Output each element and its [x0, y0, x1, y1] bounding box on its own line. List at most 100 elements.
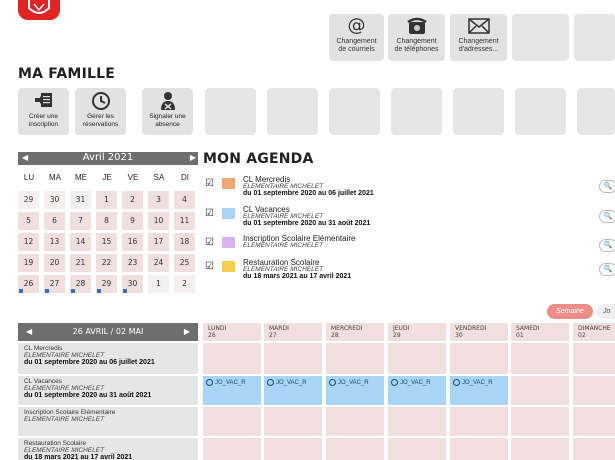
- week-cell[interactable]: [511, 376, 569, 405]
- week-cell[interactable]: [203, 407, 261, 436]
- calendar-day[interactable]: 31: [70, 191, 91, 209]
- week-event-cell[interactable]: JO_VAC_R: [326, 376, 384, 405]
- calendar-day[interactable]: 22: [96, 254, 117, 272]
- week-row-school: ELEMENTAIRE MICHELET: [24, 352, 105, 359]
- next-week-icon[interactable]: ▶: [184, 327, 190, 336]
- calendar-day-number: 30: [49, 195, 60, 204]
- calendar-day[interactable]: 30: [122, 275, 143, 293]
- week-day-number: 30: [455, 332, 463, 339]
- calendar-day[interactable]: 2: [122, 191, 143, 209]
- change-emails-button[interactable]: @ Changement de courriels: [329, 14, 384, 61]
- week-row-title: CL Mercredis: [24, 345, 63, 352]
- city-logo[interactable]: [18, 0, 60, 20]
- calendar-day[interactable]: 11: [174, 212, 195, 230]
- calendar-day[interactable]: 3: [148, 191, 169, 209]
- agenda-item-checkbox[interactable]: ☑: [205, 237, 214, 248]
- agenda-item-search-icon[interactable]: 🔍: [599, 239, 615, 252]
- week-day-name: SAMEDI: [516, 325, 540, 332]
- calendar-day[interactable]: 19: [18, 254, 39, 272]
- calendar-day[interactable]: 5: [18, 212, 39, 230]
- week-event-cell[interactable]: JO_VAC_R: [203, 376, 261, 405]
- create-inscription-button[interactable]: Créer une inscription: [18, 88, 69, 135]
- calendar-day[interactable]: 28: [70, 275, 91, 293]
- calendar-day[interactable]: 21: [70, 254, 91, 272]
- calendar-day[interactable]: 30: [44, 191, 65, 209]
- agenda-item-checkbox[interactable]: ☑: [205, 208, 214, 219]
- agenda-item: ☑ CL Mercredis ELEMENTAIRE MICHELET du 01 s…: [203, 175, 615, 203]
- week-cell[interactable]: [326, 343, 384, 374]
- calendar-day[interactable]: 13: [44, 233, 65, 251]
- week-row-school: ELEMENTAIRE MICHELET: [24, 416, 105, 423]
- week-cell[interactable]: [573, 407, 615, 436]
- event-chip[interactable]: JO_VAC_R: [329, 379, 369, 386]
- calendar-day[interactable]: 14: [70, 233, 91, 251]
- calendar-day[interactable]: 1: [148, 275, 169, 293]
- calendar-day[interactable]: 10: [148, 212, 169, 230]
- calendar-day[interactable]: 1: [96, 191, 117, 209]
- week-cell[interactable]: [573, 343, 615, 374]
- envelope-icon: [467, 18, 490, 34]
- week-event-cell[interactable]: JO_VAC_R: [388, 376, 446, 405]
- week-cell[interactable]: [450, 407, 508, 436]
- calendar-day-number: 2: [182, 279, 187, 288]
- agenda-item-search-icon[interactable]: 🔍: [599, 210, 615, 223]
- report-absence-button[interactable]: Signaler une absence: [142, 88, 193, 135]
- calendar-day[interactable]: 29: [96, 275, 117, 293]
- next-month-icon[interactable]: ▶: [190, 153, 196, 162]
- change-phones-button[interactable]: Changement de téléphones: [388, 14, 445, 61]
- calendar-day[interactable]: 25: [174, 254, 195, 272]
- week-cell[interactable]: [388, 438, 446, 460]
- agenda-item-search-icon[interactable]: 🔍: [599, 180, 615, 193]
- calendar-day[interactable]: 18: [174, 233, 195, 251]
- week-cell[interactable]: [388, 407, 446, 436]
- change-addresses-button[interactable]: Changement d'adresses...: [450, 14, 507, 61]
- day-view-button[interactable]: Jo: [597, 304, 615, 319]
- agenda-item-dates: du 18 mars 2021 au 17 avril 2021: [243, 273, 352, 280]
- event-chip[interactable]: JO_VAC_R: [453, 379, 493, 386]
- calendar-day[interactable]: 15: [96, 233, 117, 251]
- week-cell[interactable]: [264, 438, 322, 460]
- manage-reservations-button[interactable]: Gérer les réservations: [75, 88, 126, 135]
- week-cell[interactable]: [573, 376, 615, 405]
- calendar-day[interactable]: 24: [148, 254, 169, 272]
- week-cell[interactable]: [511, 438, 569, 460]
- calendar-day[interactable]: 20: [44, 254, 65, 272]
- calendar-day[interactable]: 6: [44, 212, 65, 230]
- week-cell[interactable]: [573, 438, 615, 460]
- calendar-day[interactable]: 12: [18, 233, 39, 251]
- event-chip[interactable]: JO_VAC_R: [206, 379, 246, 386]
- agenda-item-checkbox[interactable]: ☑: [205, 261, 214, 272]
- week-cell[interactable]: [511, 407, 569, 436]
- event-chip[interactable]: JO_VAC_R: [391, 379, 431, 386]
- week-cell[interactable]: [388, 343, 446, 374]
- week-cell[interactable]: [264, 407, 322, 436]
- calendar-day-number: 19: [23, 258, 34, 267]
- event-marker-icon: [123, 289, 127, 293]
- week-cell[interactable]: [203, 343, 261, 374]
- event-chip[interactable]: JO_VAC_R: [267, 379, 307, 386]
- calendar-day[interactable]: 23: [122, 254, 143, 272]
- calendar-day[interactable]: 8: [96, 212, 117, 230]
- week-cell[interactable]: [511, 343, 569, 374]
- week-cell[interactable]: [450, 343, 508, 374]
- calendar-day[interactable]: 4: [174, 191, 195, 209]
- week-cell[interactable]: [203, 438, 261, 460]
- week-event-cell[interactable]: JO_VAC_R: [450, 376, 508, 405]
- calendar-day[interactable]: 17: [148, 233, 169, 251]
- week-cell[interactable]: [326, 438, 384, 460]
- calendar-day[interactable]: 27: [44, 275, 65, 293]
- calendar-day[interactable]: 16: [122, 233, 143, 251]
- agenda-item-checkbox[interactable]: ☑: [205, 178, 214, 189]
- calendar-day[interactable]: 9: [122, 212, 143, 230]
- week-event-cell[interactable]: JO_VAC_R: [264, 376, 322, 405]
- calendar-day[interactable]: 7: [70, 212, 91, 230]
- calendar-day[interactable]: 26: [18, 275, 39, 293]
- week-cell[interactable]: [264, 343, 322, 374]
- week-cell[interactable]: [326, 407, 384, 436]
- week-cell[interactable]: [450, 438, 508, 460]
- calendar-day[interactable]: 29: [18, 191, 39, 209]
- agenda-item: ☑ Restauration Scolaire ELEMENTAIRE MICHEL…: [203, 258, 615, 286]
- agenda-item-search-icon[interactable]: 🔍: [599, 263, 615, 276]
- calendar-day[interactable]: 2: [174, 275, 195, 293]
- week-view-button[interactable]: Semaine: [547, 304, 593, 319]
